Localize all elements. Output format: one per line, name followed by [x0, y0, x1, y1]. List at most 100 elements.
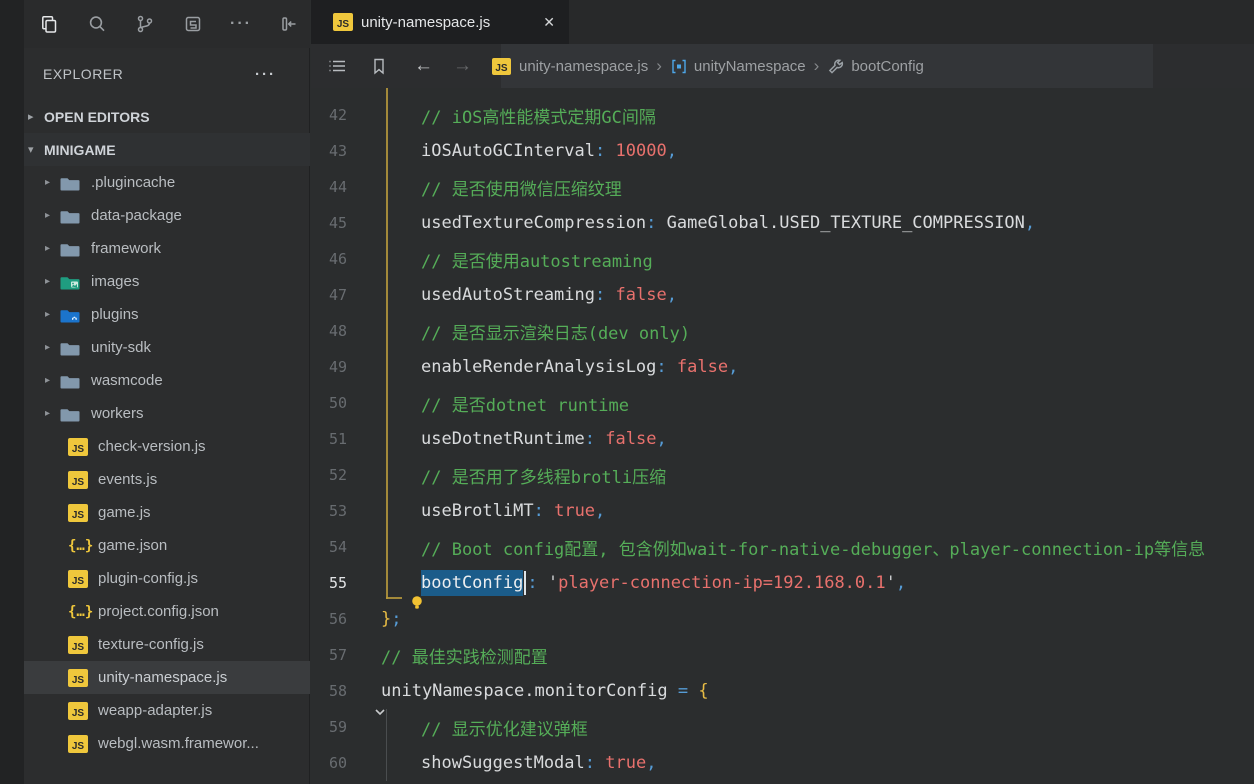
- code-token: :: [595, 141, 605, 161]
- section-minigame[interactable]: ▾ MINIGAME: [24, 133, 310, 166]
- js-file-icon: JS: [68, 735, 88, 753]
- code-line[interactable]: 41preloadWXFont: false,: [311, 88, 1254, 97]
- code-line[interactable]: 57// 最佳实践检测配置: [311, 637, 1254, 673]
- line-number: 58: [311, 673, 347, 709]
- code-token: [688, 681, 698, 701]
- code-token: }: [381, 609, 391, 629]
- explorer-header: EXPLORER ···: [24, 48, 310, 100]
- breadcrumb-file[interactable]: unity-namespace.js: [519, 58, 648, 75]
- collapse-sidebar-icon[interactable]: [278, 13, 300, 35]
- code-line[interactable]: 50 // 是否dotnet runtime: [311, 385, 1254, 421]
- breadcrumb-bar: ← → JS unity-namespace.js › unityNamespa…: [311, 44, 1254, 88]
- search-icon[interactable]: [86, 13, 108, 35]
- tree-item[interactable]: ▸ framework: [24, 232, 310, 265]
- code-token: player-connection-ip=192.168.0.1: [558, 573, 886, 593]
- layout-icon[interactable]: [182, 13, 204, 35]
- line-number: 56: [311, 601, 347, 637]
- code-line[interactable]: 53useBrotliMT: true,: [311, 493, 1254, 529]
- file-tree: ▸ .plugincache▸ data-package▸ framework▸…: [24, 166, 310, 760]
- code-line[interactable]: 43iOSAutoGCInterval: 10000,: [311, 133, 1254, 169]
- line-number: 54: [311, 529, 347, 565]
- line-number: 53: [311, 493, 347, 529]
- tree-item[interactable]: JSplugin-config.js: [24, 562, 310, 595]
- code-token: enableRenderAnalysisLog: [421, 357, 656, 377]
- files-icon[interactable]: [38, 13, 60, 35]
- code-line[interactable]: 44// 是否使用微信压缩纹理: [311, 169, 1254, 205]
- folder-icon: [60, 372, 81, 390]
- code-token: [538, 573, 548, 593]
- code-token: ,: [626, 88, 636, 89]
- bookmark-icon[interactable]: [368, 57, 390, 76]
- tree-item[interactable]: JScheck-version.js: [24, 430, 310, 463]
- code-line[interactable]: 55 bootConfig: 'player-connection-ip=192…: [311, 565, 1254, 601]
- code-token: :: [656, 357, 666, 377]
- list-icon[interactable]: [326, 57, 348, 75]
- breadcrumb-symbol[interactable]: unityNamespace: [694, 58, 806, 75]
- explorer-sections: ▸ OPEN EDITORS ▾ MINIGAME: [24, 100, 310, 166]
- chevron-right-icon: ▸: [45, 408, 60, 419]
- line-number: 59: [311, 709, 347, 745]
- tree-item-label: texture-config.js: [98, 636, 204, 653]
- tree-item-label: wasmcode: [91, 372, 163, 389]
- code-line[interactable]: 45usedTextureCompression: GameGlobal.USE…: [311, 205, 1254, 241]
- code-token: :: [595, 285, 605, 305]
- code-line[interactable]: 58 unityNamespace.monitorConfig = {: [311, 673, 1254, 709]
- tree-item-label: data-package: [91, 207, 182, 224]
- tree-item[interactable]: JSwebgl.wasm.framewor...: [24, 727, 310, 760]
- tree-item[interactable]: JSgame.js: [24, 496, 310, 529]
- code-token: ': [548, 573, 558, 593]
- line-number: 45: [311, 205, 347, 241]
- code-line[interactable]: 54 // Boot config配置, 包含例如wait-for-native-…: [311, 529, 1254, 565]
- tree-item[interactable]: ▸ data-package: [24, 199, 310, 232]
- tree-item-label: workers: [91, 405, 144, 422]
- code-line[interactable]: 52// 是否用了多线程brotli压缩: [311, 457, 1254, 493]
- code-token: [605, 141, 615, 161]
- section-open-editors[interactable]: ▸ OPEN EDITORS: [24, 100, 310, 133]
- chevron-right-icon: ▸: [45, 276, 60, 287]
- code-line[interactable]: 51useDotnetRuntime: false,: [311, 421, 1254, 457]
- line-number: 47: [311, 277, 347, 313]
- tree-item[interactable]: JSweapp-adapter.js: [24, 694, 310, 727]
- code-line[interactable]: 46// 是否使用autostreaming: [311, 241, 1254, 277]
- tree-item[interactable]: JSunity-namespace.js: [24, 661, 310, 694]
- line-number: 50: [311, 385, 347, 421]
- folder-icon: [60, 240, 81, 258]
- code-token: // 是否使用微信压缩纹理: [421, 180, 622, 200]
- tree-item[interactable]: ▸ images: [24, 265, 310, 298]
- chevron-right-icon: ▸: [45, 342, 60, 353]
- tree-item[interactable]: {…}project.config.json: [24, 595, 310, 628]
- tree-item[interactable]: JStexture-config.js: [24, 628, 310, 661]
- tab-bar: JS unity-namespace.js ✕: [311, 0, 1254, 44]
- close-tab-icon[interactable]: ✕: [543, 14, 555, 31]
- code-line[interactable]: 42// iOS高性能模式定期GC间隔: [311, 97, 1254, 133]
- tree-item-label: unity-namespace.js: [98, 669, 227, 686]
- code-editor[interactable]: 41preloadWXFont: false,42// iOS高性能模式定期GC…: [311, 88, 1254, 784]
- code-token: // iOS高性能模式定期GC间隔: [421, 108, 656, 128]
- tree-item[interactable]: {…}game.json: [24, 529, 310, 562]
- more-actions-icon[interactable]: ···: [230, 13, 252, 35]
- tab-unity-namespace[interactable]: JS unity-namespace.js ✕: [311, 0, 569, 44]
- code-token: ,: [1025, 213, 1035, 233]
- tree-item[interactable]: ▸ plugins: [24, 298, 310, 331]
- tree-item[interactable]: ▸ unity-sdk: [24, 331, 310, 364]
- code-token: // Boot config配置, 包含例如wait-for-native-de…: [421, 540, 1205, 560]
- forward-arrow-icon[interactable]: →: [453, 55, 472, 77]
- tree-item[interactable]: ▸ .plugincache: [24, 166, 310, 199]
- code-token: false: [616, 285, 667, 305]
- explorer-more-icon[interactable]: ···: [255, 66, 276, 83]
- code-line[interactable]: 48// 是否显示渲染日志(dev only): [311, 313, 1254, 349]
- code-line[interactable]: 59// 显示优化建议弹框: [311, 709, 1254, 745]
- source-control-icon[interactable]: [134, 13, 156, 35]
- code-line[interactable]: 47usedAutoStreaming: false,: [311, 277, 1254, 313]
- back-arrow-icon[interactable]: ←: [414, 55, 433, 77]
- breadcrumb-member[interactable]: bootConfig: [851, 58, 924, 75]
- tree-item[interactable]: ▸ workers: [24, 397, 310, 430]
- tree-item[interactable]: ▸ wasmcode: [24, 364, 310, 397]
- code-line[interactable]: 49enableRenderAnalysisLog: false,: [311, 349, 1254, 385]
- code-token: usedAutoStreaming: [421, 285, 595, 305]
- line-number: 48: [311, 313, 347, 349]
- code-line[interactable]: 56};: [311, 601, 1254, 637]
- tree-item[interactable]: JSevents.js: [24, 463, 310, 496]
- code-line[interactable]: 60showSuggestModal: true,: [311, 745, 1254, 781]
- code-token: // 是否dotnet runtime: [421, 396, 629, 416]
